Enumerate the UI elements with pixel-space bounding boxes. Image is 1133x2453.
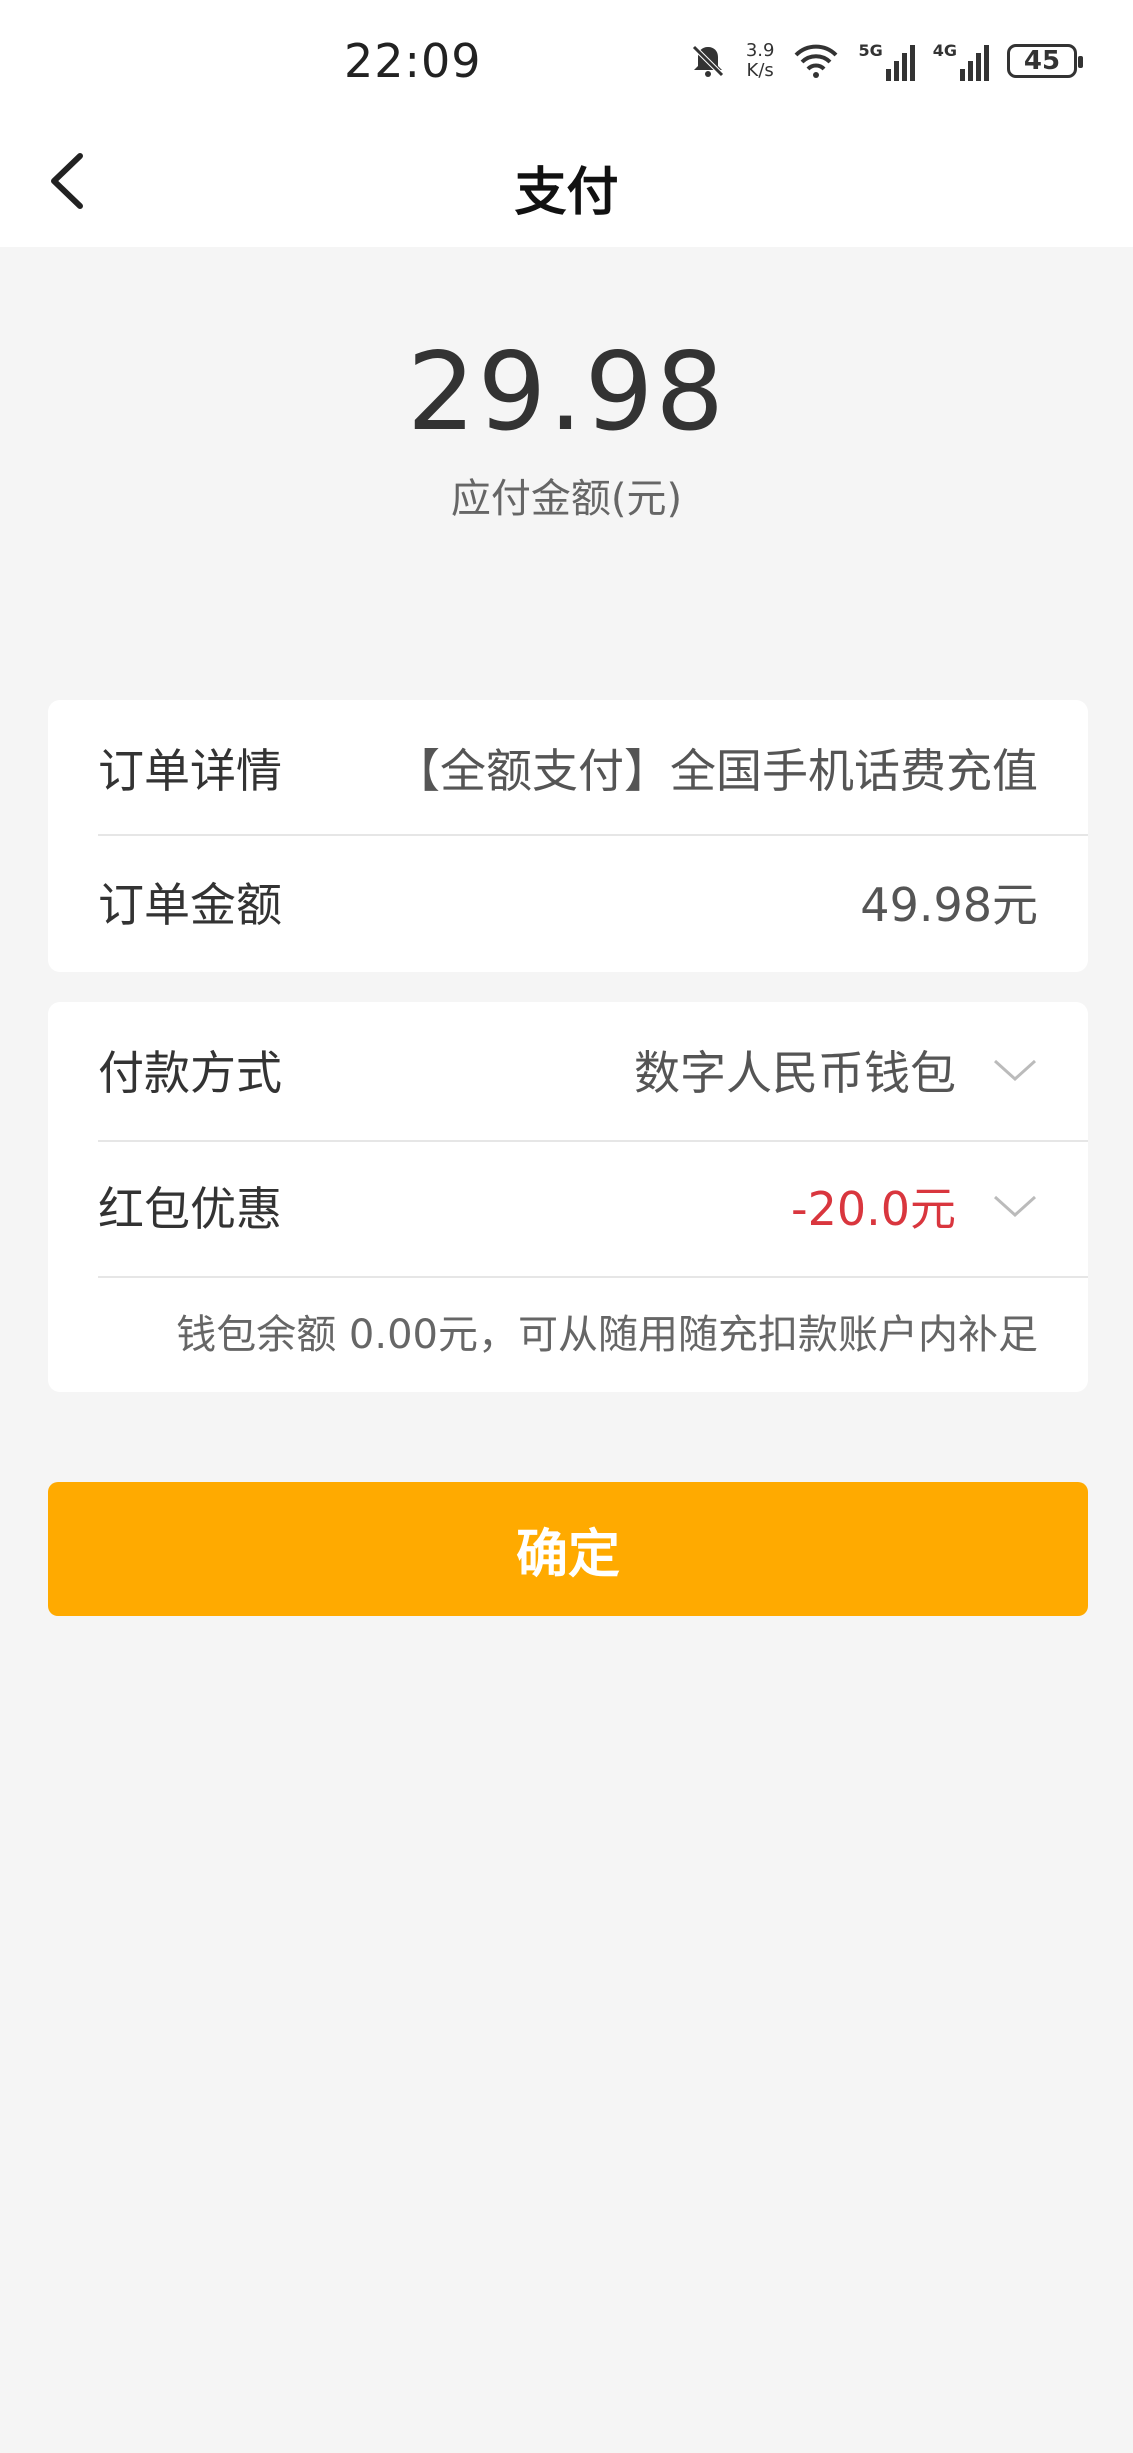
payment-amount-label: 应付金额(元) <box>450 476 683 522</box>
payment-method-value: 数字人民币钱包 <box>634 1046 956 1100</box>
coupon-label: 红包优惠 <box>98 1182 282 1236</box>
order-card: 订单详情 【全额支付】全国手机话费充值 订单金额 49.98元 <box>48 700 1088 972</box>
payment-amount: 29.98 <box>406 330 727 455</box>
payment-card: 付款方式 数字人民币钱包 红包优惠 -20.0元 钱包余额 0.00元，可从随用… <box>48 1002 1088 1392</box>
divider <box>98 1140 1088 1142</box>
order-detail-row: 订单详情 【全额支付】全国手机话费充值 <box>98 736 1038 800</box>
net-speed: 3.9 K/s <box>745 40 775 81</box>
divider <box>98 834 1088 836</box>
chevron-down-icon[interactable] <box>992 1193 1038 1219</box>
confirm-button[interactable]: 确定 <box>48 1482 1088 1616</box>
page-title: 支付 <box>514 163 619 223</box>
order-detail-label: 订单详情 <box>98 744 282 798</box>
status-time: 22:09 <box>344 34 482 88</box>
signal-5g-icon: 5G <box>858 41 915 81</box>
battery-icon: 45 <box>1007 44 1083 78</box>
payment-method-row[interactable]: 付款方式 数字人民币钱包 <box>98 1038 1038 1102</box>
wallet-balance-note: 钱包余额 0.00元，可从随用随充扣款账户内补足 <box>176 1312 1038 1358</box>
wifi-icon <box>795 44 838 78</box>
order-amount-value: 49.98元 <box>860 878 1038 932</box>
chevron-down-icon[interactable] <box>992 1057 1038 1083</box>
divider <box>98 1276 1088 1278</box>
signal-4g-icon: 4G <box>933 41 989 81</box>
status-icons: 3.9 K/s 5G 4G 45 <box>688 36 1083 86</box>
order-amount-row: 订单金额 49.98元 <box>98 870 1038 934</box>
top-bar: 22:09 3.9 K/s 5G 4G 45 支付 <box>0 0 1133 247</box>
mute-bell-icon <box>692 45 724 77</box>
order-detail-value: 【全额支付】全国手机话费充值 <box>394 744 1038 798</box>
coupon-value: -20.0元 <box>790 1182 956 1236</box>
coupon-row[interactable]: 红包优惠 -20.0元 <box>98 1174 1038 1238</box>
payment-method-label: 付款方式 <box>98 1046 282 1100</box>
order-amount-label: 订单金额 <box>98 878 282 932</box>
